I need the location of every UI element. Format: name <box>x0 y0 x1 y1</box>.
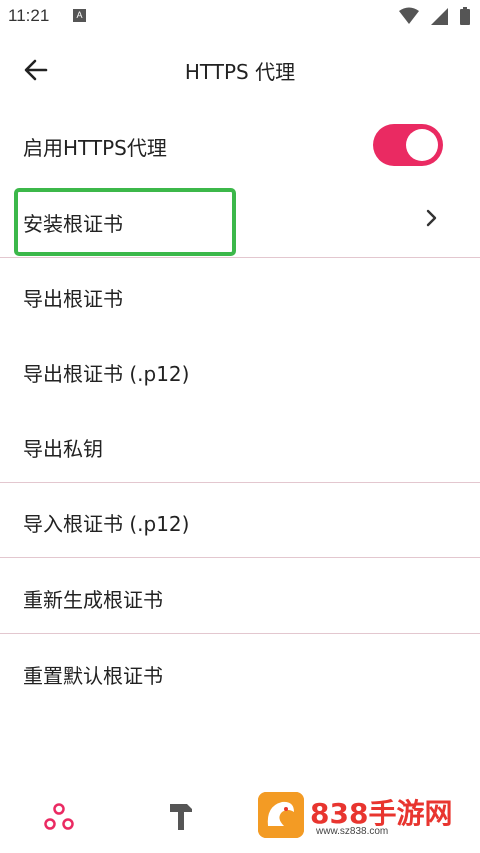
regenerate-root-cert-item[interactable]: 重新生成根证书 <box>0 560 480 634</box>
export-private-key-label: 导出私钥 <box>23 437 103 461</box>
status-icons <box>399 7 470 25</box>
export-private-key-item[interactable]: 导出私钥 <box>0 409 480 483</box>
notification-icon: A <box>73 9 86 22</box>
reset-default-root-cert-label: 重置默认根证书 <box>23 664 163 688</box>
status-time: 11:21 <box>8 6 50 25</box>
hammer-icon[interactable] <box>167 800 195 832</box>
dragon-logo-icon <box>258 792 304 838</box>
import-root-cert-p12-label: 导入根证书 (.p12) <box>23 512 190 536</box>
battery-icon <box>460 7 470 25</box>
divider <box>0 633 480 634</box>
nodes-icon[interactable] <box>42 802 76 832</box>
app-header: HTTPS 代理 <box>0 34 480 104</box>
enable-https-proxy-label: 启用HTTPS代理 <box>23 136 167 160</box>
page-title: HTTPS 代理 <box>184 60 296 84</box>
install-root-cert-item[interactable]: 安装根证书 <box>0 184 480 258</box>
export-root-cert-item[interactable]: 导出根证书 <box>0 259 480 333</box>
regenerate-root-cert-label: 重新生成根证书 <box>23 588 163 612</box>
divider <box>0 482 480 483</box>
signal-icon <box>431 7 448 25</box>
divider <box>0 257 480 258</box>
watermark: 838手游网 www.sz838.com <box>258 790 458 842</box>
wifi-icon <box>399 7 419 24</box>
toggle-knob <box>406 129 438 161</box>
export-root-cert-label: 导出根证书 <box>23 287 123 311</box>
enable-https-proxy-toggle[interactable] <box>373 124 443 166</box>
divider <box>0 557 480 558</box>
export-root-cert-p12-item[interactable]: 导出根证书 (.p12) <box>0 334 480 408</box>
import-root-cert-p12-item[interactable]: 导入根证书 (.p12) <box>0 484 480 558</box>
reset-default-root-cert-item[interactable]: 重置默认根证书 <box>0 636 480 710</box>
watermark-url: www.sz838.com <box>316 826 389 837</box>
export-root-cert-p12-label: 导出根证书 (.p12) <box>23 362 190 386</box>
install-root-cert-label: 安装根证书 <box>23 212 123 236</box>
chevron-right-icon <box>426 209 437 227</box>
status-bar: 11:21 A <box>0 0 480 34</box>
